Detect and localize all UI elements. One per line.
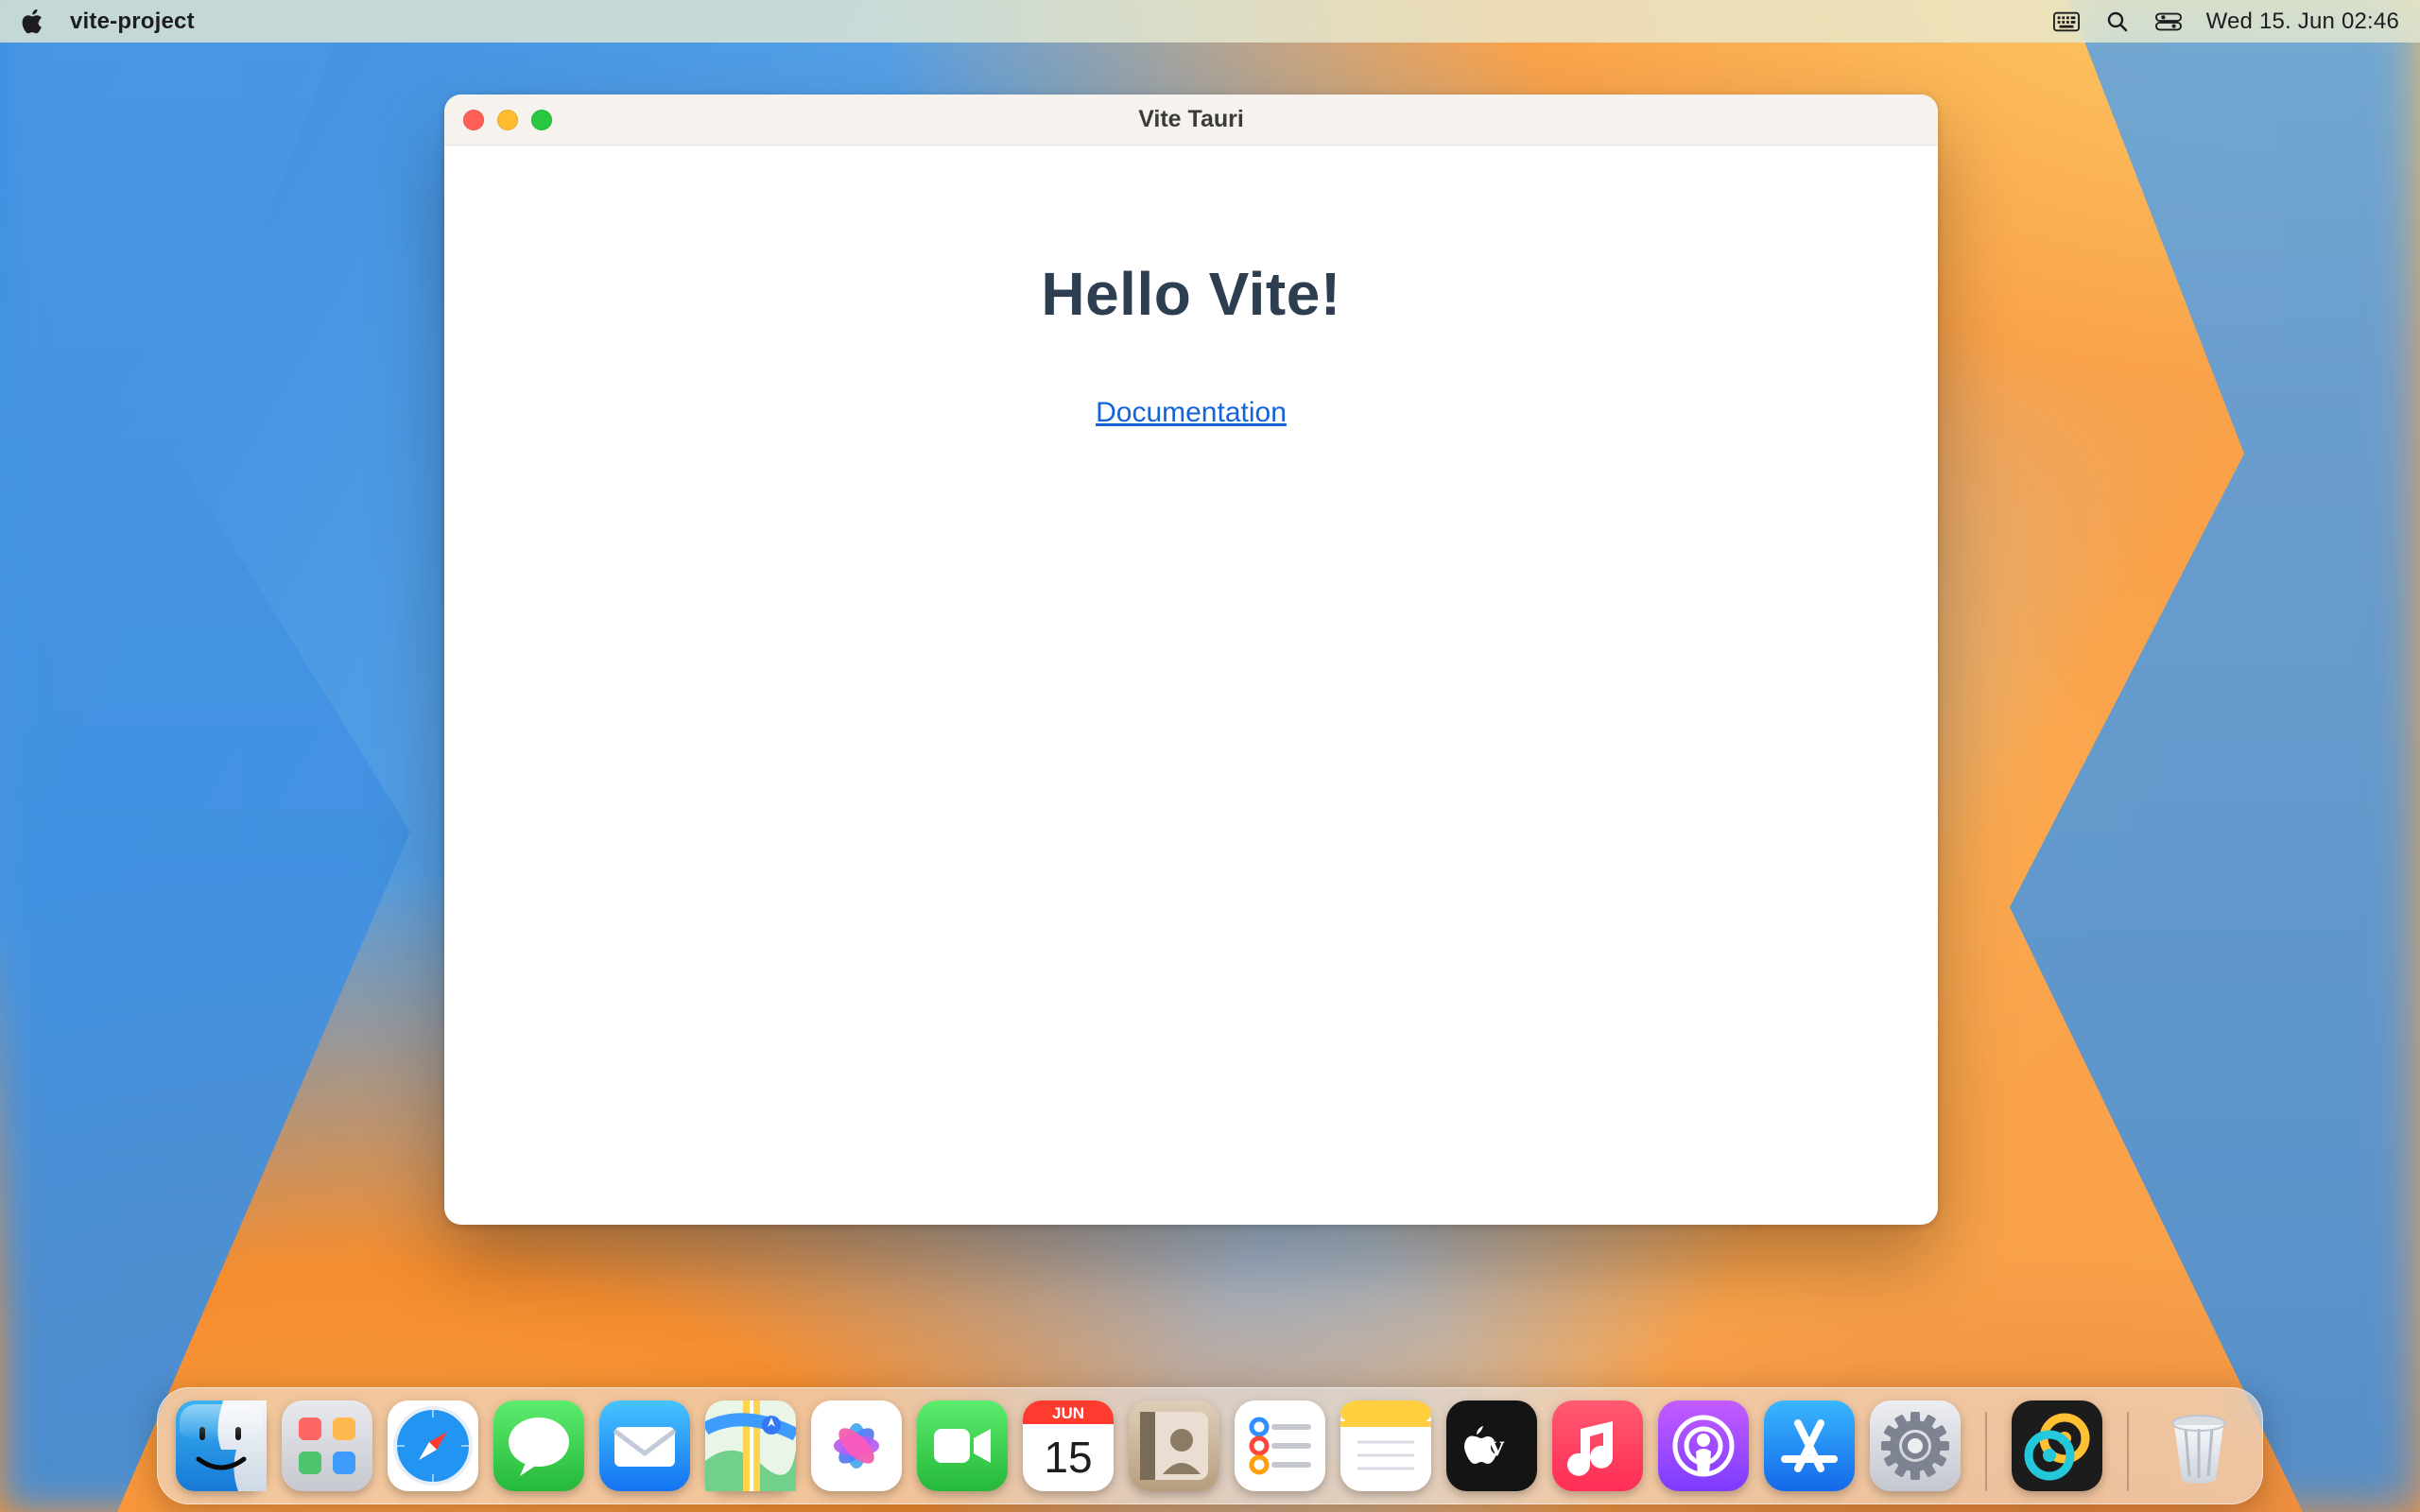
menubar: vite-project Wed 15. Jun 02:46 [0,0,2420,43]
dock-finder-icon[interactable] [176,1400,267,1491]
dock-music-icon[interactable] [1552,1400,1643,1491]
dock-appletv-icon[interactable]: tv [1446,1400,1537,1491]
dock-separator [1985,1412,1987,1491]
dock-trash-icon[interactable] [2153,1400,2244,1491]
menubar-datetime[interactable]: Wed 15. Jun 02:46 [2206,9,2399,35]
window-title: Vite Tauri [444,106,1938,133]
page-heading: Hello Vite! [444,259,1938,329]
dock-tauri-icon[interactable] [2012,1400,2102,1491]
dock-separator [2127,1412,2129,1491]
apple-menu-icon[interactable] [21,9,45,34]
dock-mail-icon[interactable] [599,1400,690,1491]
dock-safari-icon[interactable] [388,1400,478,1491]
dock-podcasts-icon[interactable] [1658,1400,1749,1491]
dock-launchpad-icon[interactable] [282,1400,372,1491]
window-titlebar[interactable]: Vite Tauri [444,94,1938,146]
dock: JUN 15 tv [157,1387,2263,1504]
window-zoom-button[interactable] [531,110,552,130]
control-center-icon[interactable] [2155,10,2182,33]
calendar-month-label: JUN [1052,1403,1084,1424]
dock-reminders-icon[interactable] [1235,1400,1325,1491]
dock-contacts-icon[interactable] [1129,1400,1219,1491]
dock-maps-icon[interactable] [705,1400,796,1491]
dock-photos-icon[interactable] [811,1400,902,1491]
keyboard-layout-icon[interactable] [2053,10,2080,33]
dock-system-settings-icon[interactable] [1870,1400,1961,1491]
spotlight-search-icon[interactable] [2104,10,2131,33]
window-close-button[interactable] [463,110,484,130]
dock-appstore-icon[interactable] [1764,1400,1855,1491]
dock-calendar-icon[interactable]: JUN 15 [1023,1400,1114,1491]
calendar-day-label: 15 [1044,1432,1092,1483]
window-minimize-button[interactable] [497,110,518,130]
dock-notes-icon[interactable] [1340,1400,1431,1491]
documentation-link[interactable]: Documentation [1096,397,1287,429]
dock-facetime-icon[interactable] [917,1400,1008,1491]
app-window: Vite Tauri Hello Vite! Documentation [444,94,1938,1225]
dock-messages-icon[interactable] [493,1400,584,1491]
menubar-app-name[interactable]: vite-project [70,9,195,35]
